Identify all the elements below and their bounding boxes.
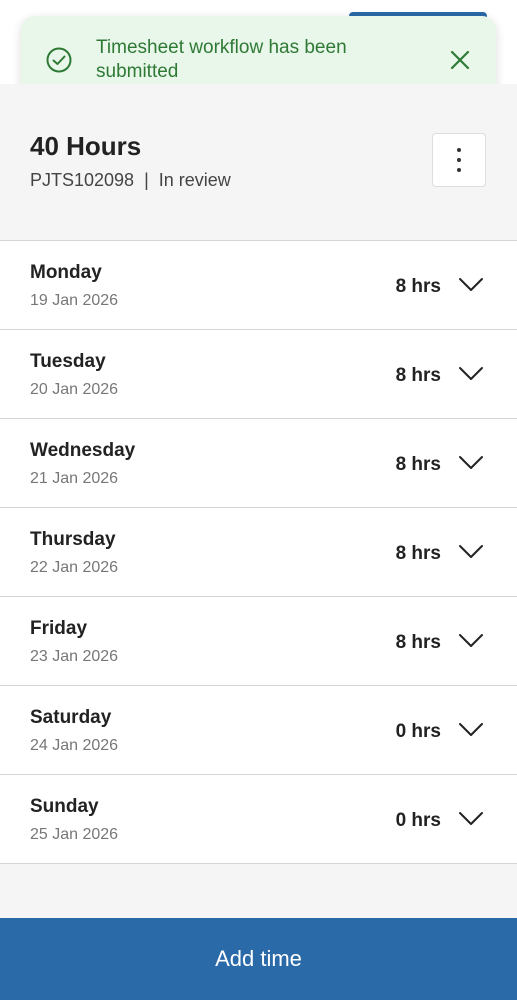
- toast-message-line: Timesheet workflow has been: [96, 37, 347, 58]
- day-hours: 0 hrs: [395, 810, 441, 831]
- day-name: Friday: [30, 618, 88, 639]
- day-hours: 8 hrs: [395, 543, 441, 564]
- more-options-button[interactable]: [432, 133, 486, 187]
- toast-message-line: submitted: [96, 61, 179, 82]
- day-row-monday[interactable]: Monday 19 Jan 2026 8 hrs: [0, 240, 517, 329]
- day-hours: 8 hrs: [395, 365, 441, 386]
- day-hours: 8 hrs: [395, 632, 441, 653]
- day-hours: 8 hrs: [395, 276, 441, 297]
- total-hours-title: 40 Hours: [30, 131, 142, 161]
- day-name: Thursday: [30, 529, 116, 550]
- day-date: 23 Jan 2026: [30, 648, 119, 665]
- close-icon[interactable]: [446, 46, 474, 74]
- chevron-down-icon[interactable]: [458, 633, 484, 649]
- chevron-down-icon[interactable]: [458, 811, 484, 827]
- more-vertical-icon: [457, 158, 461, 162]
- more-vertical-icon: [457, 148, 461, 152]
- day-name: Tuesday: [30, 351, 106, 372]
- day-row-thursday[interactable]: Thursday 22 Jan 2026 8 hrs: [0, 507, 517, 596]
- day-name: Sunday: [30, 796, 99, 817]
- chevron-down-icon[interactable]: [458, 455, 484, 471]
- day-date: 19 Jan 2026: [30, 292, 119, 309]
- check-circle-icon: [46, 47, 72, 73]
- day-date: 24 Jan 2026: [30, 737, 119, 754]
- day-row-wednesday[interactable]: Wednesday 21 Jan 2026 8 hrs: [0, 418, 517, 507]
- day-row-sunday[interactable]: Sunday 25 Jan 2026 0 hrs: [0, 774, 517, 864]
- day-date: 21 Jan 2026: [30, 470, 119, 487]
- day-date: 25 Jan 2026: [30, 826, 119, 843]
- day-date: 20 Jan 2026: [30, 381, 119, 398]
- day-list: Monday 19 Jan 2026 8 hrs Tuesday 20 Jan …: [0, 240, 517, 864]
- toast-message: Timesheet workflow has been submitted: [96, 36, 396, 84]
- chevron-down-icon[interactable]: [458, 366, 484, 382]
- chevron-down-icon[interactable]: [458, 277, 484, 293]
- day-name: Wednesday: [30, 440, 136, 461]
- day-row-saturday[interactable]: Saturday 24 Jan 2026 0 hrs: [0, 685, 517, 774]
- day-hours: 8 hrs: [395, 454, 441, 475]
- timesheet-id-status: PJTS102098 | In review: [30, 170, 231, 190]
- day-hours: 0 hrs: [395, 721, 441, 742]
- day-name: Saturday: [30, 707, 112, 728]
- more-vertical-icon: [457, 168, 461, 172]
- day-name: Monday: [30, 262, 102, 283]
- add-time-button[interactable]: Add time: [0, 918, 517, 1000]
- chevron-down-icon[interactable]: [458, 544, 484, 560]
- day-row-tuesday[interactable]: Tuesday 20 Jan 2026 8 hrs: [0, 329, 517, 418]
- day-date: 22 Jan 2026: [30, 559, 119, 576]
- day-row-friday[interactable]: Friday 23 Jan 2026 8 hrs: [0, 596, 517, 685]
- chevron-down-icon[interactable]: [458, 722, 484, 738]
